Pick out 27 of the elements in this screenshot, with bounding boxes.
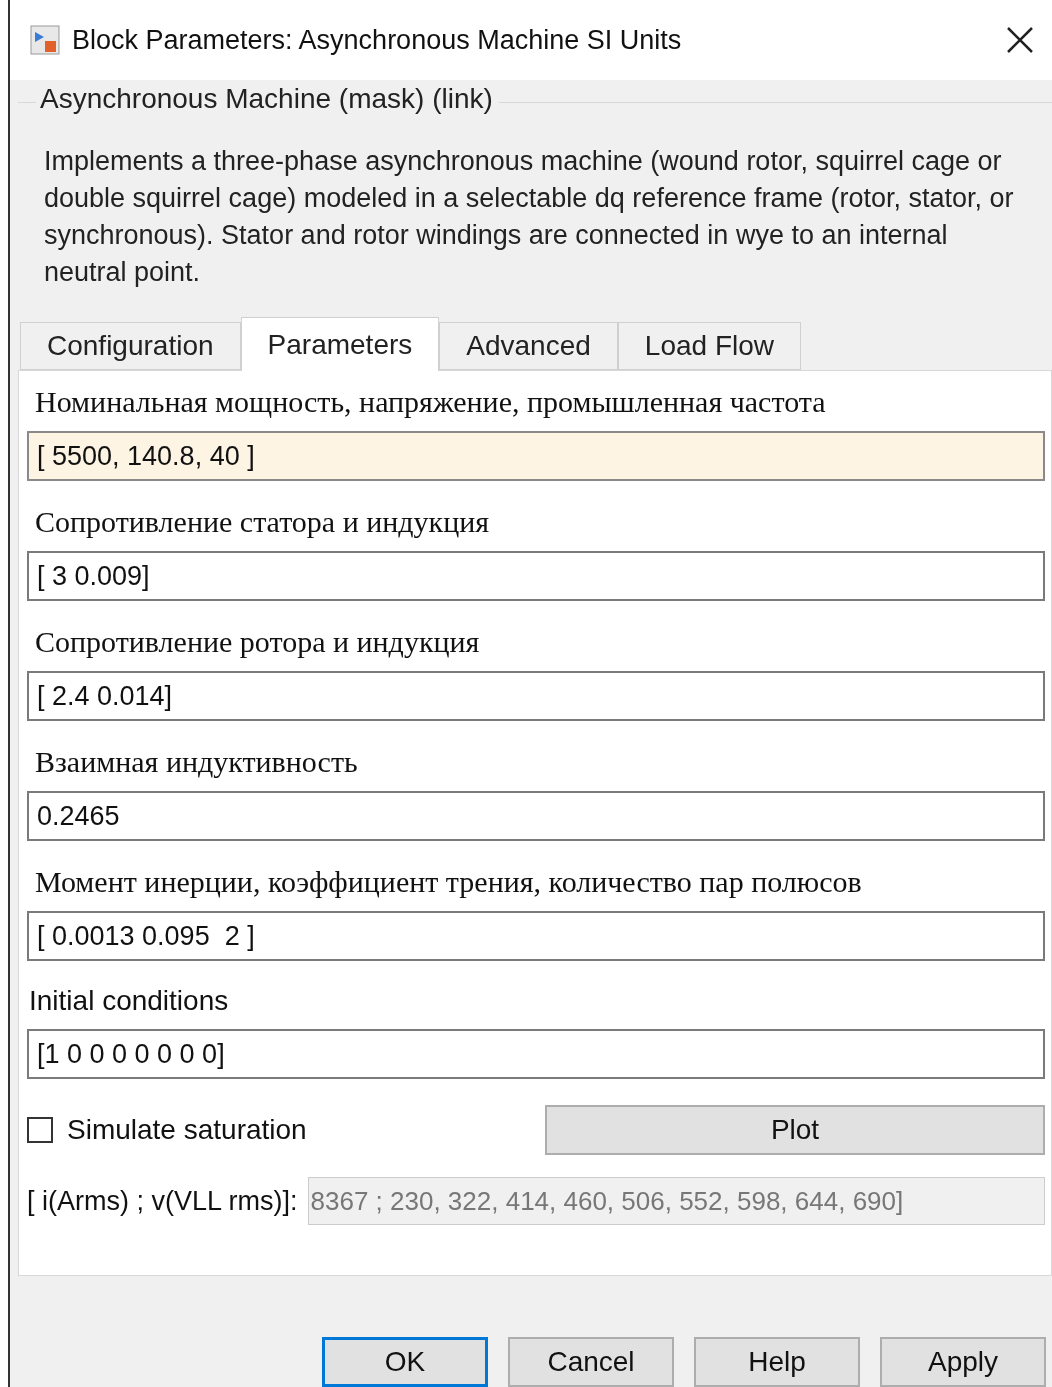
field-label: [ i(Arms) ; v(VLL rms)]:: [27, 1185, 298, 1217]
input-field[interactable]: [1 0 0 0 0 0 0 0]: [27, 1029, 1045, 1079]
field-label: Сопротивление статора и индукция: [35, 505, 491, 539]
field-label: Initial conditions: [29, 985, 230, 1017]
tab[interactable]: Parameters: [240, 317, 440, 371]
checkbox-label: Simulate saturation: [67, 1114, 308, 1146]
dialog-button[interactable]: OK: [322, 1337, 488, 1387]
input-field[interactable]: [ 3 0.009]: [27, 551, 1045, 601]
plot-button[interactable]: Plot: [545, 1105, 1045, 1155]
dialog-button[interactable]: Help: [694, 1337, 860, 1387]
tab[interactable]: Advanced: [439, 322, 618, 370]
field-label: Момент инерции, коэффициент трения, количество пар полюсов: [35, 865, 863, 899]
window-title: Block Parameters: Asynchronous Machine SI Units: [72, 24, 683, 56]
dialog-button[interactable]: Cancel: [508, 1337, 674, 1387]
tab[interactable]: Load Flow: [617, 322, 801, 370]
input-field[interactable]: 0.2465: [27, 791, 1045, 841]
checkbox[interactable]: [27, 1117, 53, 1143]
field-label: Взаимная индуктивность: [35, 745, 359, 779]
block-description: Implements a three-phase asynchronous machine (wound rotor, squirrel cage or double squirrel cage) modeled in a selectable dq reference frame (rotor, stator, or synchronous). Stator and rotor windings are connected in wye to an internal neutral point.: [44, 145, 1015, 289]
field-label: Номинальная мощность, напряжение, промышленная частота: [35, 385, 827, 419]
input-field[interactable]: [ 2.4 0.014]: [27, 671, 1045, 721]
block-icon: [30, 25, 60, 55]
dialog-button[interactable]: Apply: [880, 1337, 1046, 1387]
tab[interactable]: Configuration: [20, 322, 241, 370]
field-label: Сопротивление ротора и индукция: [35, 625, 481, 659]
input-field[interactable]: [ 5500, 140.8, 40 ]: [27, 431, 1045, 481]
input-field[interactable]: [ 0.0013 0.095 2 ]: [27, 911, 1045, 961]
